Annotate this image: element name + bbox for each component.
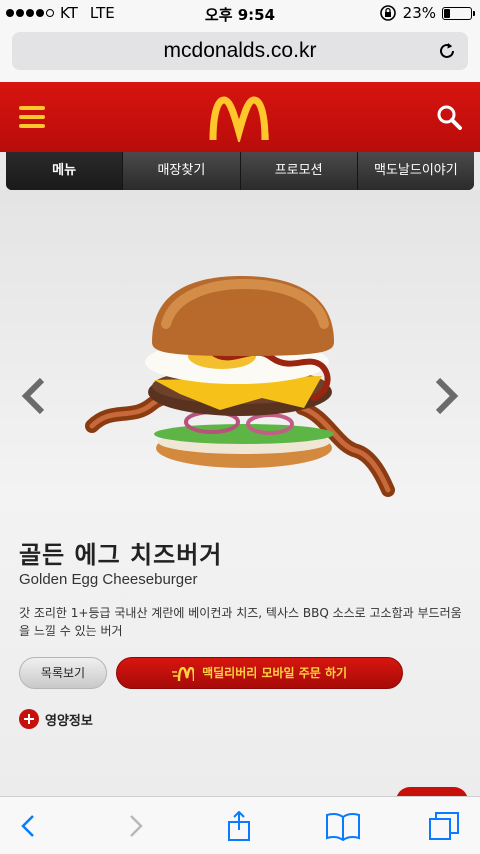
nutrition-info-toggle[interactable]: 영양정보 [19, 709, 93, 729]
mcdonalds-logo[interactable]: ® [209, 96, 269, 142]
plus-icon [19, 709, 39, 729]
product-image [85, 276, 395, 497]
status-bar: KT LTE 오후 9:54 23% [0, 0, 480, 26]
forward-icon[interactable] [120, 811, 150, 841]
view-list-button[interactable]: 목록보기 [19, 657, 107, 689]
battery-percent: 23% [402, 4, 436, 22]
status-right: 23% [379, 4, 475, 22]
share-icon[interactable] [224, 811, 254, 841]
search-icon[interactable] [436, 104, 462, 130]
bookmarks-icon[interactable] [325, 811, 361, 841]
svg-text:®: ® [266, 133, 269, 142]
tab-promotion[interactable]: 프로모션 [240, 152, 358, 190]
main-navigation: 메뉴 매장찾기 프로모션 맥도날드이야기 [6, 152, 474, 190]
mcdelivery-order-button[interactable]: 맥딜리버리 모바일 주문 하기 [116, 657, 403, 689]
reload-icon[interactable] [436, 40, 458, 62]
product-detail: 골든 에그 치즈버거 Golden Egg Cheeseburger 갓 조리한… [0, 190, 480, 811]
site-header: ® [0, 82, 480, 152]
url-text[interactable]: mcdonalds.co.kr [12, 39, 468, 63]
product-subtitle: Golden Egg Cheeseburger [19, 571, 198, 588]
battery-level [444, 8, 451, 18]
nutrition-info-label: 영양정보 [45, 713, 93, 729]
tabs-icon[interactable] [428, 811, 460, 841]
mcdelivery-logo-icon [171, 666, 194, 681]
address-bar[interactable]: mcdonalds.co.kr [12, 32, 468, 70]
back-icon[interactable] [14, 811, 44, 841]
browser-address-area: mcdonalds.co.kr [0, 26, 480, 82]
tab-store-finder[interactable]: 매장찾기 [123, 152, 241, 190]
chevron-right-icon[interactable] [432, 376, 462, 416]
hamburger-menu-icon[interactable] [19, 106, 45, 128]
mcdelivery-order-label: 맥딜리버리 모바일 주문 하기 [202, 666, 348, 680]
product-description: 갓 조리한 1+등급 국내산 계란에 베이컨과 치즈, 텍사스 BBQ 소스로 … [19, 606, 462, 638]
rotation-lock-icon [379, 5, 396, 21]
chevron-left-icon[interactable] [18, 376, 48, 416]
tab-menu[interactable]: 메뉴 [6, 152, 124, 190]
tab-mcdonalds-story[interactable]: 맥도날드이야기 [357, 152, 474, 190]
browser-toolbar [0, 796, 480, 854]
battery-icon [442, 6, 475, 20]
product-title: 골든 에그 치즈버거 [19, 541, 223, 569]
